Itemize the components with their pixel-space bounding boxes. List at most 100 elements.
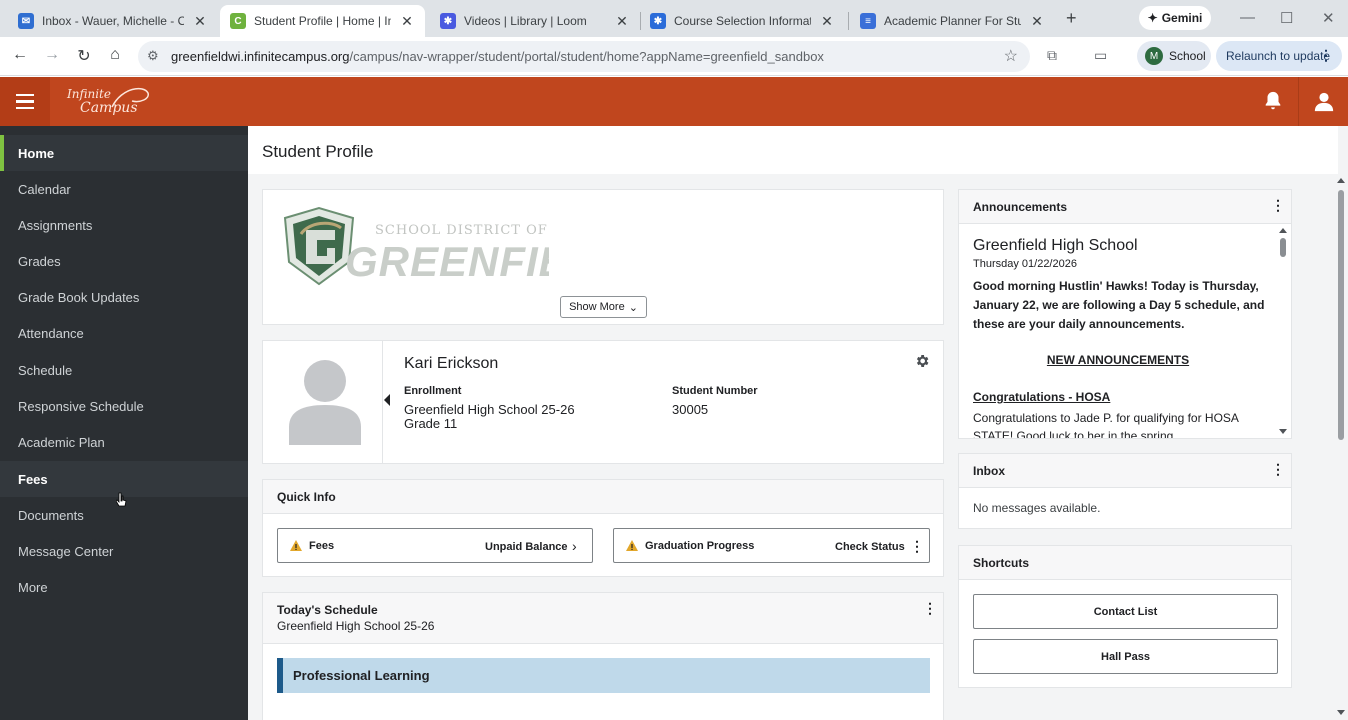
profile-avatar: M	[1145, 47, 1163, 65]
inbox-header: Inbox ⋮	[959, 454, 1291, 488]
browser-tab-academic-planner[interactable]: ≡ Academic Planner For Students ✕	[850, 5, 1055, 37]
sidebar-item-label: Message Center	[18, 543, 114, 559]
show-more-button[interactable]: Show More ⌄	[560, 296, 647, 318]
new-announcements-heading: NEW ANNOUNCEMENTS	[1046, 353, 1190, 367]
tab-title: Student Profile | Home | Infinite	[254, 14, 391, 28]
enrollment-label: Enrollment	[404, 385, 462, 397]
more-options-icon[interactable]: ⋮	[1271, 198, 1285, 212]
menu-toggle-button[interactable]	[0, 77, 50, 126]
sidebar-item-label: Responsive Schedule	[18, 398, 144, 414]
notifications-bell-icon[interactable]	[1262, 90, 1284, 117]
schedule-title: Today's Schedule	[277, 603, 378, 617]
district-logo-line-1: SCHOOL DISTRICT OF	[375, 223, 548, 238]
hamburger-line	[16, 106, 34, 110]
browser-tab-course-selection[interactable]: ✱ Course Selection Information a ✕	[640, 5, 845, 37]
docs-icon: ≡	[860, 13, 876, 29]
gemini-label: Gemini	[1161, 11, 1203, 25]
hall-pass-button[interactable]: Hall Pass	[973, 639, 1278, 674]
close-icon[interactable]: ✕	[399, 13, 415, 30]
relaunch-button[interactable]: Relaunch to update ⋮	[1216, 41, 1342, 71]
site-settings-icon[interactable]: ⚙	[147, 48, 159, 64]
close-icon[interactable]: ✕	[614, 13, 630, 30]
gemini-button[interactable]: ✦ Gemini	[1139, 6, 1211, 30]
more-options-icon[interactable]: ⋮	[923, 601, 937, 615]
new-tab-icon[interactable]: +	[1066, 8, 1077, 29]
fees-label: Fees	[309, 540, 335, 552]
browser-toolbar: ← → ↻ ⌂ ⚙ greenfieldwi.infinitecampus.or…	[0, 37, 1348, 76]
sidebar-item-grades[interactable]: Grades	[0, 243, 248, 279]
announcements-scrollbar[interactable]	[1277, 225, 1289, 438]
page-title: Student Profile	[262, 142, 374, 161]
minimize-icon[interactable]: —	[1240, 9, 1255, 26]
browser-tab-student-profile[interactable]: C Student Profile | Home | Infinite ✕	[220, 5, 425, 37]
schedule-period-block[interactable]: Professional Learning	[277, 658, 930, 693]
sidebar-item-grade-book-updates[interactable]: Grade Book Updates	[0, 279, 248, 315]
announcement-date: Thursday 01/22/2026	[973, 258, 1077, 270]
browser-menu-icon[interactable]: ⋮	[1319, 47, 1333, 64]
sidebar-item-label: Fees	[18, 471, 48, 487]
sidebar-item-home[interactable]: Home	[0, 135, 248, 171]
district-logo: SCHOOL DISTRICT OF GREENFIELD	[283, 206, 549, 286]
fees-status: Unpaid Balance	[485, 541, 568, 553]
collapse-arrow-icon[interactable]	[384, 394, 390, 406]
sidebar-item-academic-plan[interactable]: Academic Plan	[0, 424, 248, 460]
address-bar[interactable]: ⚙ greenfieldwi.infinitecampus.org/campus…	[138, 41, 1030, 72]
profile-button[interactable]: M School	[1137, 41, 1211, 71]
graduation-progress-button[interactable]: Graduation Progress Check Status ⋮	[613, 528, 930, 563]
sidebar-item-schedule[interactable]: Schedule	[0, 352, 248, 388]
cast-icon[interactable]: ▭	[1094, 47, 1107, 64]
back-icon[interactable]: ←	[10, 46, 30, 64]
warning-icon	[290, 540, 302, 551]
announcement-text: Good morning Hustlin' Hawks! Today is Th…	[973, 279, 1265, 331]
main-content: Student Profile SCHOOL DISTRICT OF GREEN…	[248, 126, 1348, 720]
congrats-heading: Congratulations - HOSA	[973, 390, 1111, 404]
close-icon[interactable]: ✕	[192, 13, 208, 30]
close-icon[interactable]: ✕	[819, 13, 835, 30]
home-icon[interactable]: ⌂	[105, 46, 125, 64]
browser-tab-outlook[interactable]: ✉ Inbox - Wauer, Michelle - Outlo ✕	[8, 5, 218, 37]
hall-pass-label: Hall Pass	[1101, 650, 1150, 663]
logo-line-1: Infinite	[67, 87, 111, 101]
window-close-icon[interactable]: ✕	[1322, 9, 1335, 27]
browser-tab-loom[interactable]: ✱ Videos | Library | Loom ✕	[430, 5, 640, 37]
app-header: Infinite Campus	[0, 77, 1348, 126]
more-options-icon[interactable]: ⋮	[1271, 462, 1285, 476]
sidebar-item-attendance[interactable]: Attendance	[0, 315, 248, 351]
user-account-icon[interactable]	[1298, 77, 1348, 126]
announcements-body[interactable]: Greenfield High School Thursday 01/22/20…	[959, 225, 1291, 438]
student-name: Kari Erickson	[404, 355, 499, 372]
more-options-icon[interactable]: ⋮	[910, 539, 924, 553]
announcements-card: Announcements ⋮ Greenfield High School T…	[958, 189, 1292, 439]
extensions-icon[interactable]: ⧉	[1047, 47, 1057, 64]
shortcuts-card: Shortcuts Contact List Hall Pass	[958, 545, 1292, 688]
sidebar-item-label: Documents	[18, 507, 84, 523]
contact-list-button[interactable]: Contact List	[973, 594, 1278, 629]
congrats-text: Congratulations to Jade P. for qualifyin…	[973, 411, 1239, 438]
sidebar-item-label: Grades	[18, 253, 61, 269]
page-scrollbar[interactable]	[1334, 174, 1348, 720]
sidebar-item-calendar[interactable]: Calendar	[0, 171, 248, 207]
sidebar-item-more[interactable]: More	[0, 569, 248, 605]
forward-icon[interactable]: →	[42, 46, 62, 64]
bookmark-star-icon[interactable]: ☆	[1004, 46, 1018, 66]
sidebar-item-assignments[interactable]: Assignments	[0, 207, 248, 243]
page-title-bar: Student Profile	[248, 126, 1338, 174]
site-icon: ✱	[650, 13, 666, 29]
district-logo-line-2: GREENFIELD	[345, 238, 549, 285]
enrollment-grade: Grade 11	[404, 416, 458, 431]
hamburger-line	[16, 93, 34, 97]
show-more-label: Show More	[569, 301, 625, 313]
announcement-school: Greenfield High School	[973, 237, 1138, 254]
fees-quick-info-button[interactable]: Fees Unpaid Balance ›	[277, 528, 593, 563]
reload-icon[interactable]: ↻	[74, 46, 94, 66]
sidebar-item-message-center[interactable]: Message Center	[0, 533, 248, 569]
graduation-progress-status: Check Status	[835, 541, 905, 553]
sidebar-item-label: Attendance	[18, 325, 84, 341]
profile-label: School	[1169, 49, 1206, 63]
quick-info-header: Quick Info	[263, 480, 943, 514]
url-text[interactable]: greenfieldwi.infinitecampus.org/campus/n…	[171, 49, 824, 64]
maximize-icon[interactable]: ☐	[1280, 9, 1293, 27]
gear-icon[interactable]	[914, 353, 930, 369]
sidebar-item-responsive-schedule[interactable]: Responsive Schedule	[0, 388, 248, 424]
close-icon[interactable]: ✕	[1029, 13, 1045, 30]
